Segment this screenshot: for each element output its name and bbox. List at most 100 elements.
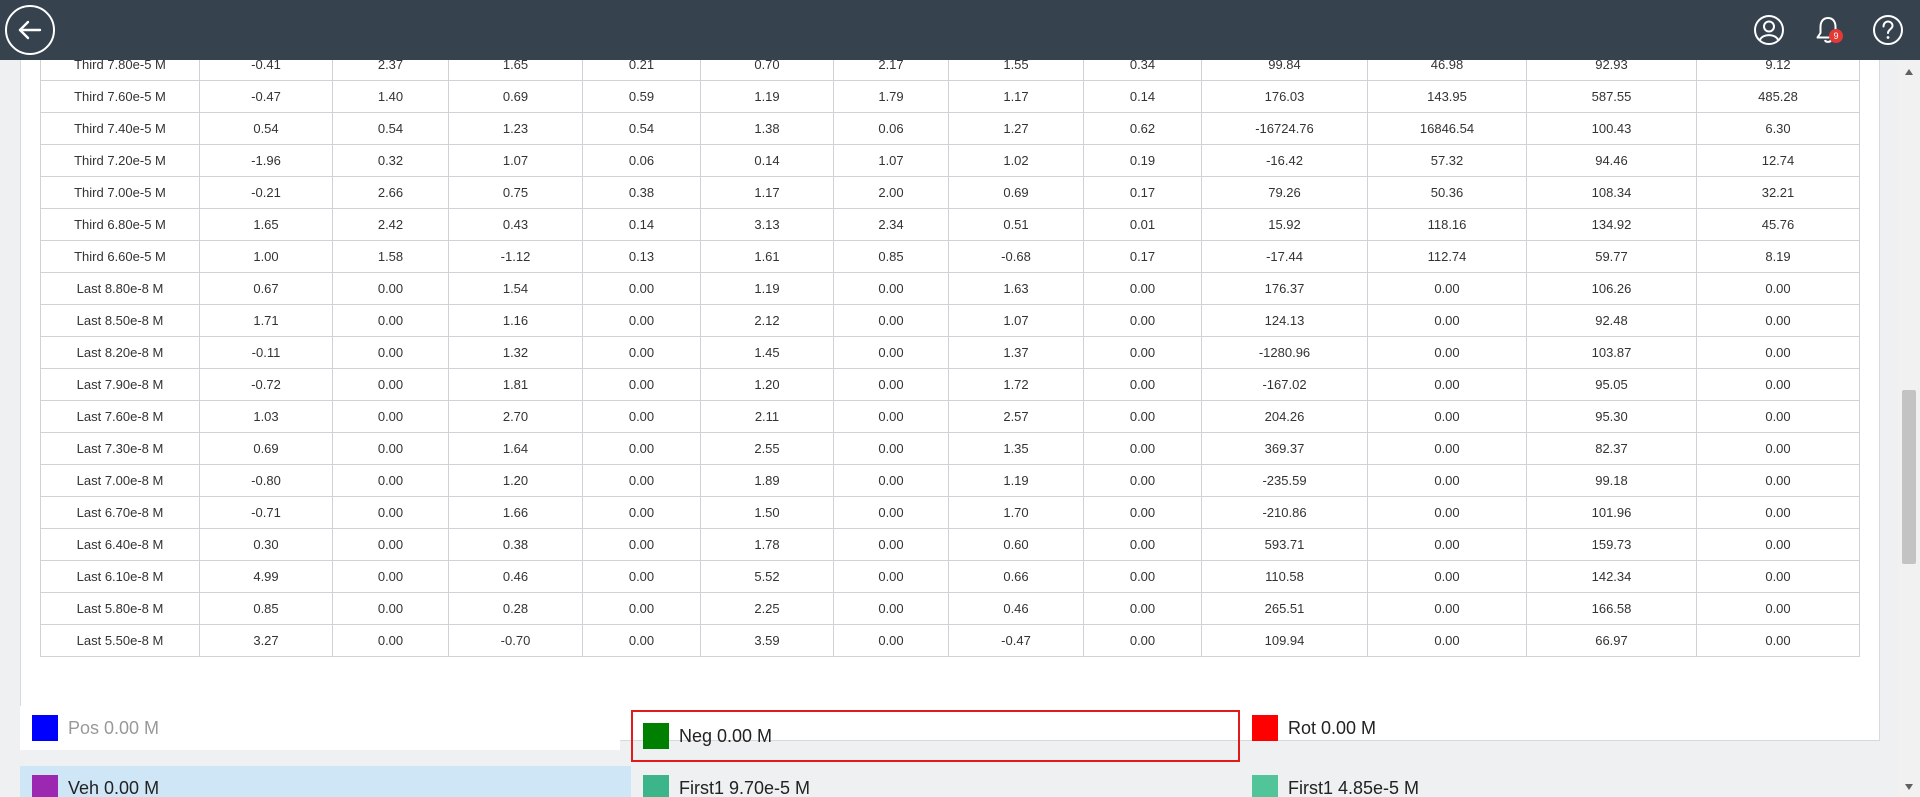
table-cell: 3.59	[700, 624, 834, 657]
table-cell: 2.70	[448, 400, 583, 433]
scroll-down-button[interactable]	[1898, 779, 1920, 795]
table-cell: 0.00	[332, 432, 449, 465]
table-cell: 1.02	[948, 144, 1084, 177]
table-cell: 0.00	[1083, 496, 1202, 529]
table-cell: 1.20	[448, 464, 583, 497]
row-label-cell: Third 7.60e-5 M	[40, 80, 200, 113]
table-cell: 0.00	[1367, 400, 1527, 433]
table-cell: 0.28	[448, 592, 583, 625]
table-cell: 0.00	[332, 528, 449, 561]
scrollbar-thumb[interactable]	[1902, 390, 1916, 564]
table-cell: 0.00	[1367, 624, 1527, 657]
table-cell: -0.70	[448, 624, 583, 657]
table-cell: 0.00	[833, 528, 949, 561]
arrow-left-icon	[18, 20, 42, 40]
table-cell: 0.00	[332, 304, 449, 337]
scroll-up-button[interactable]	[1898, 64, 1920, 80]
table-cell: 0.62	[1083, 112, 1202, 145]
table-row: Third 7.20e-5 M -1.96 0.32 1.07 0.06 0.14 1.07…	[40, 144, 1860, 177]
table-cell: 0.00	[833, 272, 949, 305]
table-cell: 2.11	[700, 400, 834, 433]
table-cell: 2.37	[332, 60, 449, 81]
table-cell: 1.16	[448, 304, 583, 337]
table-cell: 1.23	[448, 112, 583, 145]
table-cell: 0.69	[948, 176, 1084, 209]
table-cell: 110.58	[1201, 560, 1368, 593]
row-label-cell: Third 7.80e-5 M	[40, 60, 200, 81]
row-label-cell: Last 7.90e-8 M	[40, 368, 200, 401]
table-cell: 1.37	[948, 336, 1084, 369]
table-cell: 0.00	[1367, 560, 1527, 593]
row-label-cell: Third 7.00e-5 M	[40, 176, 200, 209]
table-cell: 0.00	[582, 336, 701, 369]
table-cell: 0.38	[448, 528, 583, 561]
table-cell: 1.07	[833, 144, 949, 177]
table-cell: 1.61	[700, 240, 834, 273]
table-cell: 1.64	[448, 432, 583, 465]
table-row: Last 6.40e-8 M 0.30 0.00 0.38 0.00 1.78 0.00 0.…	[40, 528, 1860, 561]
legend-swatch	[1252, 715, 1278, 741]
table-cell: 0.00	[1696, 400, 1860, 433]
table-cell: 0.00	[833, 464, 949, 497]
row-label-cell: Last 8.80e-8 M	[40, 272, 200, 305]
table-cell: 0.38	[582, 176, 701, 209]
table-cell: 16846.54	[1367, 112, 1527, 145]
table-cell: -0.21	[199, 176, 333, 209]
table-cell: -17.44	[1201, 240, 1368, 273]
row-label-cell: Last 7.60e-8 M	[40, 400, 200, 433]
table-cell: 82.37	[1526, 432, 1697, 465]
legend-item-neg[interactable]: Neg 0.00 M	[631, 710, 1240, 762]
table-cell: 1.03	[199, 400, 333, 433]
row-label-cell: Last 6.40e-8 M	[40, 528, 200, 561]
table-cell: 1.45	[700, 336, 834, 369]
table-cell: 0.00	[833, 560, 949, 593]
back-button[interactable]	[5, 5, 55, 55]
table-row: Last 7.90e-8 M -0.72 0.00 1.81 0.00 1.20 0.00 1…	[40, 368, 1860, 401]
table-cell: 1.19	[700, 80, 834, 113]
table-cell: 1.27	[948, 112, 1084, 145]
table-cell: 166.58	[1526, 592, 1697, 625]
table-cell: 1.89	[700, 464, 834, 497]
table-cell: 12.74	[1696, 144, 1860, 177]
table-row: Third 7.40e-5 M 0.54 0.54 1.23 0.54 1.38 0.06 1…	[40, 112, 1860, 145]
table-cell: 1.20	[700, 368, 834, 401]
row-label-cell: Third 6.60e-5 M	[40, 240, 200, 273]
legend-item-rot[interactable]: Rot 0.00 M	[1240, 706, 1860, 750]
table-cell: 108.34	[1526, 176, 1697, 209]
table-cell: 0.85	[199, 592, 333, 625]
table-cell: 66.97	[1526, 624, 1697, 657]
legend-swatch	[32, 775, 58, 797]
legend-item-veh[interactable]: Veh 0.00 M	[20, 766, 631, 797]
table-cell: 0.00	[1083, 464, 1202, 497]
row-label-cell: Last 6.70e-8 M	[40, 496, 200, 529]
user-profile-button[interactable]	[1751, 12, 1787, 48]
chevron-up-icon	[1905, 69, 1913, 75]
legend-item-first1-a[interactable]: First1 9.70e-5 M	[631, 766, 1240, 797]
table-cell: 2.12	[700, 304, 834, 337]
table-row: Third 6.80e-5 M 1.65 2.42 0.43 0.14 3.13 2.34 0…	[40, 208, 1860, 241]
table-row: Last 8.50e-8 M 1.71 0.00 1.16 0.00 2.12 0.00 1.…	[40, 304, 1860, 337]
legend-item-pos[interactable]: Pos 0.00 M	[20, 706, 620, 750]
table-cell: 2.00	[833, 176, 949, 209]
table-row: Last 8.80e-8 M 0.67 0.00 1.54 0.00 1.19 0.00 1.…	[40, 272, 1860, 305]
help-button[interactable]	[1870, 12, 1906, 48]
table-cell: 1.55	[948, 60, 1084, 81]
table-cell: 0.60	[948, 528, 1084, 561]
table-cell: 2.17	[833, 60, 949, 81]
table-cell: 1.63	[948, 272, 1084, 305]
table-cell: 1.17	[948, 80, 1084, 113]
table-cell: 0.00	[1083, 304, 1202, 337]
table-cell: 0.00	[833, 592, 949, 625]
table-row: Third 6.60e-5 M 1.00 1.58 -1.12 0.13 1.61 0.85…	[40, 240, 1860, 273]
table-cell: 0.69	[199, 432, 333, 465]
legend-item-first1-b[interactable]: First1 4.85e-5 M	[1240, 766, 1860, 797]
table-cell: 0.54	[199, 112, 333, 145]
table-cell: 0.06	[833, 112, 949, 145]
table-cell: 0.00	[332, 368, 449, 401]
table-cell: 8.19	[1696, 240, 1860, 273]
legend-swatch	[643, 775, 669, 797]
table-cell: -1280.96	[1201, 336, 1368, 369]
notifications-button[interactable]: 9	[1810, 12, 1846, 48]
content-area: Third 7.80e-5 M -0.41 2.37 1.65 0.21 0.70 2.17…	[0, 60, 1898, 797]
table-cell: 0.00	[1696, 432, 1860, 465]
